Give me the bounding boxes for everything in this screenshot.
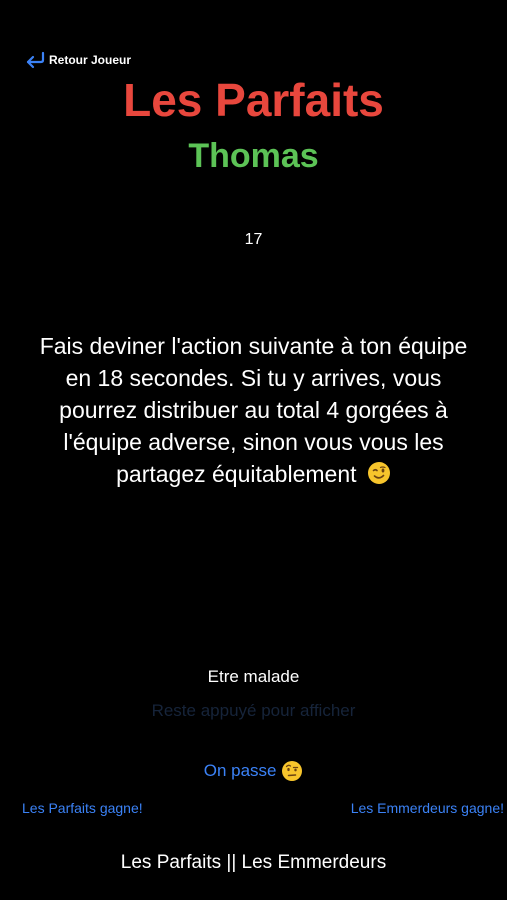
team-title: Les Parfaits [123,74,384,126]
challenge-text: Fais deviner l'action suivante à ton équ… [39,333,468,487]
return-arrow-icon [24,50,46,70]
face-with-raised-eyebrow-icon [281,760,303,781]
team2-wins-button[interactable]: Les Emmerdeurs gagne! [351,800,504,816]
challenge-instruction: Fais deviner l'action suivante à ton équ… [30,330,477,493]
pass-button[interactable]: On passe [0,760,507,782]
winking-face-icon [367,461,391,493]
pass-label: On passe [203,761,277,780]
team1-wins-button[interactable]: Les Parfaits gagne! [22,800,143,816]
back-label: Retour Joueur [49,53,132,67]
countdown-timer: 17 [244,231,263,248]
action-word: Etre malade [207,667,300,686]
player-name: Thomas [188,137,319,175]
back-to-player-button[interactable]: Retour Joueur [24,50,131,70]
scoreboard: Les Parfaits || Les Emmerdeurs [120,852,387,873]
press-to-reveal-button[interactable]: Reste appuyé pour afficher [0,701,507,721]
